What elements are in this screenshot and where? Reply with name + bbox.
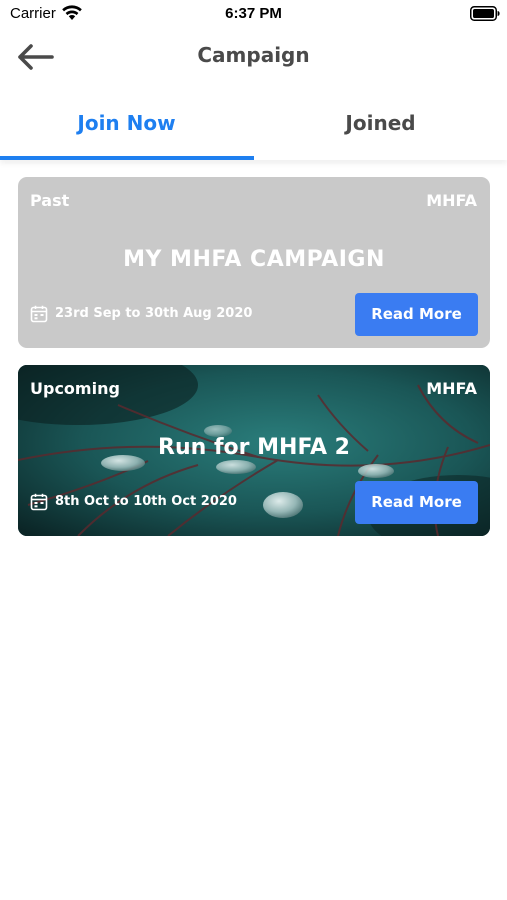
campaign-date-range: 23rd Sep to 30th Aug 2020 (55, 306, 253, 321)
active-tab-indicator (0, 156, 254, 160)
calendar-icon (30, 493, 48, 511)
campaign-organization: MHFA (426, 379, 477, 398)
campaign-title: Run for MHFA 2 (158, 435, 350, 460)
campaign-status: Past (30, 191, 70, 210)
segment-tabs: Join Now Joined (0, 90, 507, 160)
clock-time: 6:37 PM (225, 5, 282, 22)
status-bar: Carrier 6:37 PM (0, 0, 507, 28)
battery-icon (470, 6, 500, 21)
campaign-status: Upcoming (30, 379, 120, 398)
tab-joined[interactable]: Joined (254, 90, 507, 160)
campaign-screen: Carrier 6:37 PM Campaign Join Now Joined… (0, 0, 507, 900)
navigation-bar: Campaign (0, 28, 507, 90)
campaign-card-past[interactable]: Past MHFA MY MHFA CAMPAIGN 23rd Sep to 3… (18, 177, 490, 348)
tab-join-now[interactable]: Join Now (0, 90, 253, 160)
campaign-card-upcoming[interactable]: Upcoming MHFA Run for MHFA 2 8th Oct to … (18, 365, 490, 536)
calendar-icon (30, 305, 48, 323)
page-title: Campaign (197, 43, 310, 67)
read-more-button[interactable]: Read More (355, 481, 478, 524)
campaign-title: MY MHFA CAMPAIGN (123, 247, 385, 272)
read-more-button[interactable]: Read More (355, 293, 478, 336)
campaign-organization: MHFA (426, 191, 477, 210)
campaign-date-range: 8th Oct to 10th Oct 2020 (55, 494, 237, 509)
